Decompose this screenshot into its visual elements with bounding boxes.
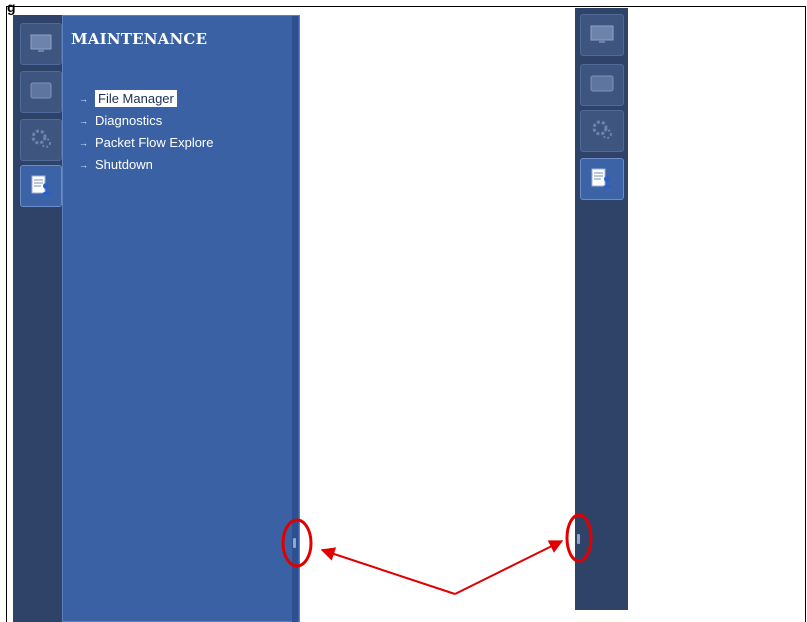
- annotation-overlay: [281, 513, 593, 595]
- highlight-circle-right: [565, 513, 593, 563]
- highlight-circle-left: [281, 518, 313, 568]
- arrow-to-left-handle: [320, 547, 456, 595]
- arrow-to-right-handle: [454, 540, 564, 595]
